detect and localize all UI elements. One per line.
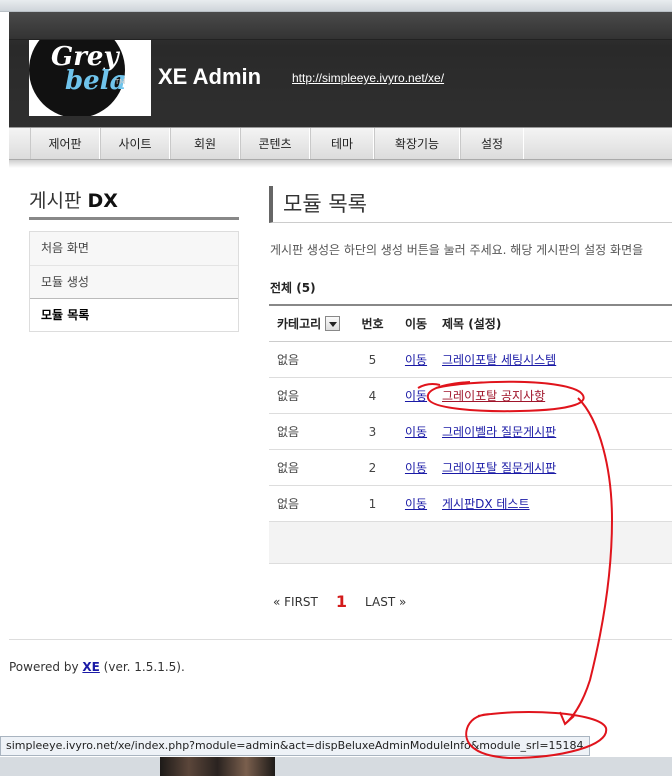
module-table: 카테고리 번호 이동 제목 (설정) 없음 5 이동 그레이포탈 세팅시스템 없… — [269, 304, 672, 564]
row-category: 없음 — [277, 425, 300, 439]
header-strip — [9, 12, 672, 40]
table-row: 없음 1 이동 게시판DX 테스트 — [269, 486, 672, 522]
logo-trademark: TM — [115, 78, 126, 86]
total-count: 전체 (5) — [270, 281, 316, 295]
annotation-arrow-head — [559, 711, 575, 726]
row-move-link[interactable]: 이동 — [405, 389, 427, 403]
row-number: 5 — [368, 352, 377, 367]
row-move-link[interactable]: 이동 — [405, 353, 427, 367]
sidebar-title: 게시판 DX — [29, 186, 239, 220]
gnb-item-extension[interactable]: 확장기능 — [374, 128, 460, 159]
category-dropdown-icon[interactable] — [325, 316, 341, 331]
column-category-label: 카테고리 — [277, 317, 322, 331]
gnb-item-member[interactable]: 회원 — [170, 128, 240, 159]
column-move: 이동 — [404, 317, 428, 331]
footer-version: (ver. 1.5.1.5). — [103, 660, 185, 674]
table-row: 없음 3 이동 그레이벨라 질문게시판 — [269, 414, 672, 450]
gnb-shadow — [9, 160, 672, 168]
taskbar-strip — [0, 757, 672, 776]
column-number: 번호 — [361, 317, 384, 331]
gnb-item-content[interactable]: 콘텐츠 — [240, 128, 310, 159]
table-row: 없음 5 이동 그레이포탈 세팅시스템 — [269, 342, 672, 378]
table-row: 없음 4 이동 그레이포탈 공지사항 — [269, 378, 672, 414]
page-description: 게시판 생성은 하단의 생성 버튼을 눌러 주세요. 해당 게시판의 설정 화면… — [270, 243, 644, 257]
column-title: 제목 (설정) — [442, 317, 502, 331]
row-title-link[interactable]: 그레이포탈 질문게시판 — [442, 461, 556, 475]
row-title-link[interactable]: 그레이포탈 공지사항 — [442, 389, 545, 403]
table-footer — [269, 522, 672, 564]
row-category: 없음 — [277, 497, 300, 511]
window-top-bar — [0, 0, 672, 12]
footer-powered-label: Powered by — [9, 660, 79, 674]
row-number: 1 — [368, 496, 377, 511]
global-nav: 제어판 사이트 회원 콘텐츠 테마 확장기능 설정 — [9, 127, 672, 160]
footer-xe-link[interactable]: XE — [82, 660, 99, 674]
row-title-link[interactable]: 그레이포탈 세팅시스템 — [442, 353, 556, 367]
table-header: 카테고리 번호 이동 제목 (설정) — [269, 306, 672, 342]
row-category: 없음 — [277, 389, 300, 403]
sidebar-title-prefix: 게시판 — [29, 190, 82, 212]
gnb-item-dashboard[interactable]: 제어판 — [30, 128, 100, 159]
pager-current-page[interactable]: 1 — [336, 592, 347, 611]
row-title-link[interactable]: 그레이벨라 질문게시판 — [442, 425, 556, 439]
gnb-item-settings[interactable]: 설정 — [460, 128, 524, 159]
pager-last-link[interactable]: LAST » — [365, 595, 406, 609]
row-category: 없음 — [277, 353, 300, 367]
sidebar-menu: 처음 화면 모듈 생성 모듈 목록 — [29, 231, 239, 332]
sidebar-item-module-list[interactable]: 모듈 목록 — [30, 298, 238, 331]
footer-divider — [9, 639, 672, 640]
site-logo[interactable]: Grey bela TM — [29, 40, 151, 116]
site-url-link[interactable]: http://simpleeye.ivyro.net/xe/ — [292, 71, 444, 85]
pager-first-link[interactable]: « FIRST — [273, 595, 318, 609]
row-number: 3 — [368, 424, 377, 439]
row-title-link[interactable]: 게시판DX 테스트 — [442, 497, 530, 511]
page-title: 모듈 목록 — [269, 186, 672, 223]
sidebar-item-create-module[interactable]: 모듈 생성 — [30, 265, 238, 298]
browser-status-bar: simpleeye.ivyro.net/xe/index.php?module=… — [0, 736, 590, 756]
gnb-item-site[interactable]: 사이트 — [100, 128, 170, 159]
row-number: 4 — [368, 388, 377, 403]
row-move-link[interactable]: 이동 — [405, 461, 427, 475]
footer: Powered by XE (ver. 1.5.1.5). — [9, 660, 185, 674]
gnb-item-theme[interactable]: 테마 — [310, 128, 374, 159]
row-category: 없음 — [277, 461, 300, 475]
sidebar-item-home[interactable]: 처음 화면 — [30, 232, 238, 265]
table-row: 없음 2 이동 그레이포탈 질문게시판 — [269, 450, 672, 486]
column-category[interactable]: 카테고리 — [269, 315, 349, 332]
row-move-link[interactable]: 이동 — [405, 497, 427, 511]
sidebar-title-bold: DX — [87, 190, 118, 212]
row-number: 2 — [368, 460, 377, 475]
site-header: Grey bela TM XE Admin http://simpleeye.i… — [9, 12, 672, 180]
site-title[interactable]: XE Admin — [158, 64, 261, 90]
taskbar-thumbnail — [160, 757, 275, 776]
row-move-link[interactable]: 이동 — [405, 425, 427, 439]
pagination: « FIRST 1 LAST » — [273, 592, 406, 611]
